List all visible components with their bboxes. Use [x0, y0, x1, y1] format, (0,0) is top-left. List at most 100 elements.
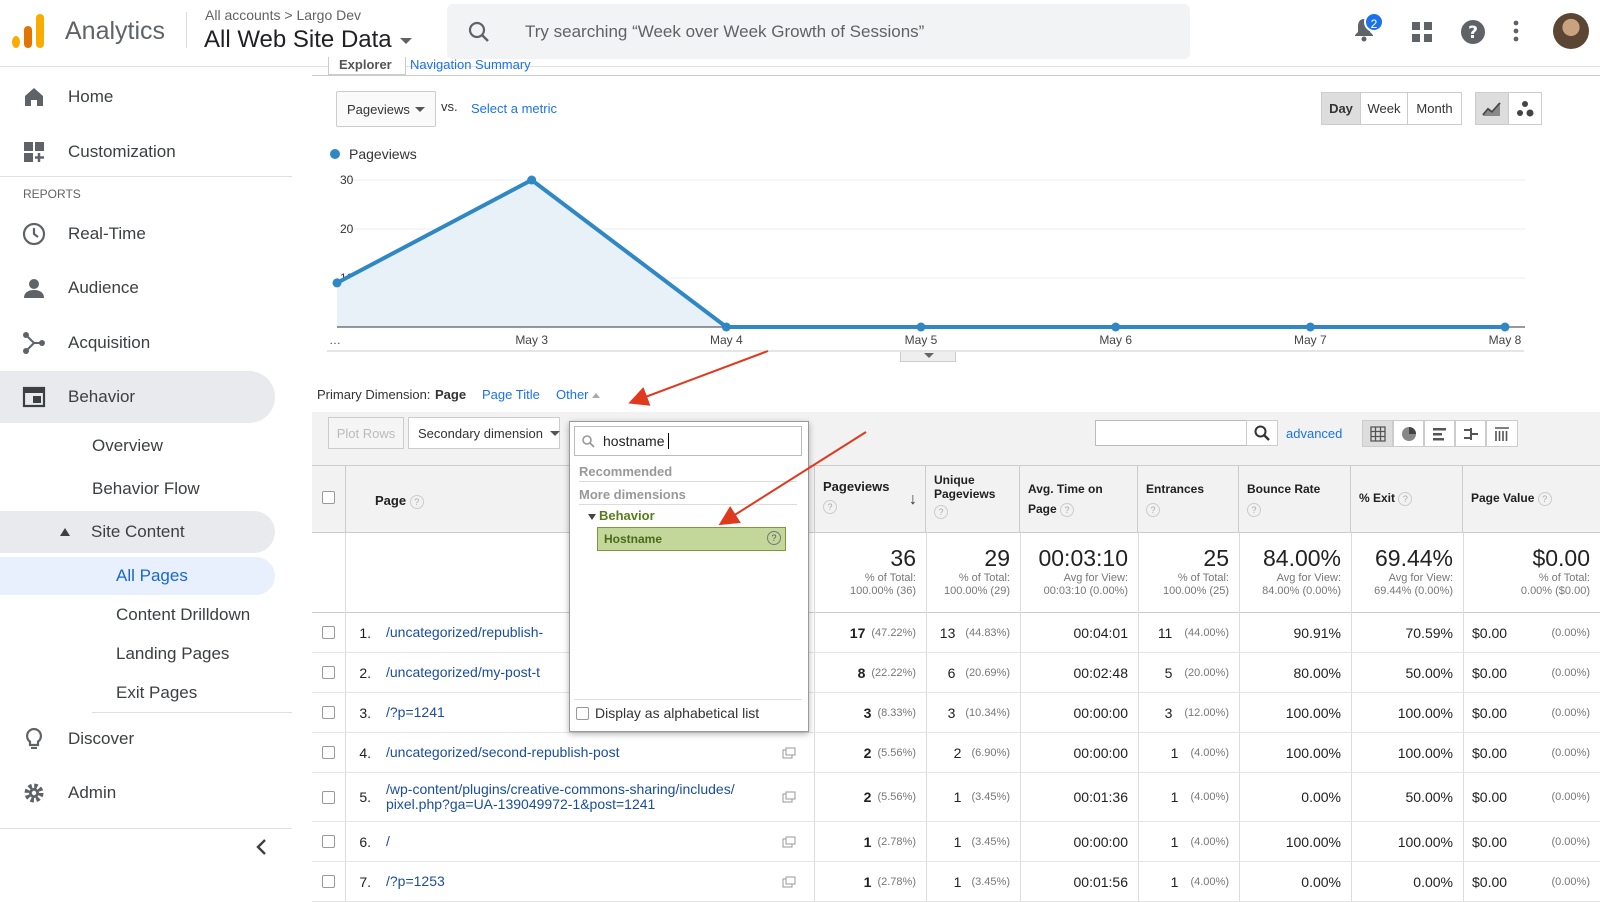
sidebar-item-behavior-flow[interactable]: Behavior Flow [92, 479, 200, 499]
month-button[interactable]: Month [1407, 92, 1462, 125]
collapse-chevron-icon[interactable] [255, 838, 267, 856]
help-icon[interactable]: ? [823, 500, 837, 514]
column-header-avg-time[interactable]: Avg. Time on Page ? [1020, 465, 1138, 533]
search-input[interactable]: Try searching “Week over Week Growth of … [447, 4, 1190, 59]
row-checkbox[interactable] [322, 746, 335, 759]
apps-grid-icon[interactable] [1411, 21, 1433, 48]
tab-explorer[interactable]: Explorer [328, 57, 406, 75]
more-vert-icon[interactable] [1513, 20, 1519, 47]
column-header-pageviews[interactable]: Pageviews? ↓ [814, 465, 926, 533]
sidebar-item-site-content[interactable]: Site Content [0, 511, 275, 553]
help-icon[interactable]: ? [1398, 492, 1413, 506]
row-checkbox[interactable] [322, 626, 335, 639]
view-selector[interactable]: All Web Site Data [204, 26, 412, 54]
open-external-icon[interactable] [774, 773, 814, 821]
cell-bounce-rate: 80.00% [1239, 653, 1351, 692]
performance-view-button[interactable] [1424, 420, 1455, 447]
secondary-dimension-select[interactable]: Secondary dimension [408, 417, 560, 449]
page-link[interactable]: /uncategorized/second-republish-post [386, 733, 806, 772]
column-header-unique-pageviews[interactable]: Unique Pageviews? [926, 465, 1020, 533]
dimension-page-title[interactable]: Page Title [482, 387, 540, 402]
row-checkbox[interactable] [322, 666, 335, 679]
cell-bounce-rate: 90.91% [1239, 613, 1351, 652]
open-external-icon[interactable] [774, 733, 814, 772]
notifications-icon[interactable]: 2 [1353, 12, 1384, 48]
metric-select[interactable]: Pageviews [336, 91, 436, 127]
page-link[interactable]: /wp-content/plugins/creative-commons-sha… [386, 773, 806, 821]
motion-chart-button[interactable] [1508, 92, 1542, 125]
row-checkbox[interactable] [322, 790, 335, 804]
sidebar-item-discover[interactable]: Discover [0, 713, 275, 765]
chart-resize-handle[interactable] [900, 352, 956, 362]
cell-page-value: $0.00 (0.00%) [1463, 862, 1600, 901]
help-icon[interactable]: ? [1060, 503, 1075, 517]
page-link[interactable]: /?p=1253 [386, 862, 806, 901]
breadcrumb[interactable]: All accounts > Largo Dev [205, 7, 361, 23]
total-pageviews: 36% of Total: 100.00% (36) [814, 533, 926, 613]
page-path: /uncategorized/second-republish-post [386, 744, 620, 760]
open-external-icon[interactable] [774, 822, 814, 861]
alphabetical-list-option[interactable]: Display as alphabetical list [576, 705, 759, 721]
help-icon[interactable]: ? [1247, 503, 1261, 517]
comparison-view-button[interactable] [1455, 420, 1486, 447]
cell-avg-time: 00:00:00 [1020, 822, 1138, 861]
plot-rows-button[interactable]: Plot Rows [328, 417, 404, 449]
cell-bounce-rate: 0.00% [1239, 773, 1351, 821]
hostname-option[interactable]: Hostname ? [597, 527, 786, 551]
page-link[interactable]: / [386, 822, 806, 861]
dimension-other[interactable]: Other [556, 387, 601, 402]
sidebar-item-landing-pages[interactable]: Landing Pages [116, 644, 229, 664]
sidebar-item-acquisition[interactable]: Acquisition [0, 317, 275, 369]
row-checkbox[interactable] [322, 875, 335, 888]
data-view-button[interactable] [1362, 420, 1393, 447]
column-header-bounce-rate[interactable]: Bounce Rate? [1239, 465, 1351, 533]
sidebar-item-home[interactable]: Home [0, 71, 275, 123]
sidebar-item-customization[interactable]: Customization [0, 126, 275, 178]
dimension-page[interactable]: Page [435, 387, 466, 402]
column-header-exit[interactable]: % Exit ? [1351, 465, 1463, 533]
sidebar-item-realtime[interactable]: Real-Time [0, 208, 275, 260]
sidebar-item-admin[interactable]: Admin [0, 767, 275, 819]
table-filter-input[interactable] [1095, 420, 1247, 446]
avatar[interactable] [1553, 13, 1589, 49]
sidebar-item-content-drilldown[interactable]: Content Drilldown [116, 605, 250, 625]
divider [186, 12, 187, 48]
sidebar-item-behavior[interactable]: Behavior [0, 371, 275, 423]
select-metric-link[interactable]: Select a metric [471, 101, 557, 116]
sidebar-item-audience[interactable]: Audience [0, 262, 275, 314]
help-icon[interactable]: ? [1537, 492, 1552, 506]
select-all-checkbox[interactable] [322, 491, 335, 504]
advanced-filter-link[interactable]: advanced [1286, 426, 1342, 441]
line-chart-button[interactable] [1475, 92, 1509, 125]
sidebar-item-exit-pages[interactable]: Exit Pages [116, 683, 197, 703]
open-external-icon[interactable] [774, 862, 814, 901]
behavior-group[interactable]: Behavior [588, 508, 655, 523]
week-button[interactable]: Week [1360, 92, 1408, 125]
checkbox-cell [312, 653, 346, 692]
x-tick-label: May 4 [710, 333, 743, 347]
day-button[interactable]: Day [1321, 92, 1361, 125]
row-checkbox[interactable] [322, 835, 335, 848]
percentage-view-button[interactable] [1393, 420, 1424, 447]
row-checkbox[interactable] [322, 706, 335, 719]
line-chart-icon [1482, 101, 1501, 116]
help-icon[interactable]: ? [767, 531, 781, 545]
table-search-button[interactable] [1246, 420, 1278, 446]
help-icon[interactable]: ? [409, 495, 424, 509]
cell-pageviews: 2 (5.56%) [814, 733, 926, 772]
pivot-view-button[interactable] [1486, 420, 1518, 447]
cell-avg-time: 00:02:48 [1020, 653, 1138, 692]
analytics-logo-icon[interactable] [12, 14, 44, 48]
total-subtext: Avg for View: 00:03:10 (0.00%) [1043, 572, 1128, 597]
dimension-search-input[interactable]: hostname [574, 426, 802, 456]
column-header-page-value[interactable]: Page Value ? [1463, 465, 1600, 533]
help-icon[interactable]: ? [1460, 19, 1486, 50]
alphabetical-checkbox[interactable] [576, 706, 589, 720]
tab-navigation-summary[interactable]: Navigation Summary [410, 57, 531, 72]
help-icon[interactable]: ? [934, 505, 948, 519]
sidebar-item-all-pages[interactable]: All Pages [0, 557, 275, 595]
help-icon[interactable]: ? [1146, 503, 1160, 517]
sidebar-item-overview[interactable]: Overview [92, 436, 163, 456]
column-header-page[interactable]: Page ? [375, 493, 424, 509]
column-header-entrances[interactable]: Entrances? [1138, 465, 1239, 533]
